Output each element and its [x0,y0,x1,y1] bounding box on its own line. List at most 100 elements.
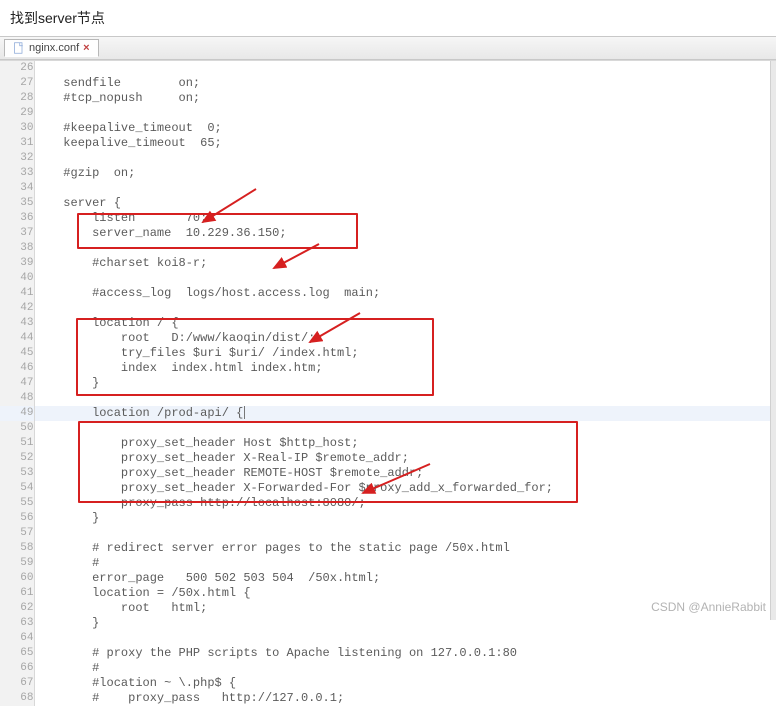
code-text[interactable] [34,61,776,76]
code-line[interactable]: 66 # [0,661,776,676]
code-text[interactable]: # redirect server error pages to the sta… [34,541,776,556]
code-line[interactable]: 49 location /prod-api/ { [0,406,776,421]
code-text[interactable] [34,301,776,316]
code-text[interactable]: #charset koi8-r; [34,256,776,271]
line-number: 68 [0,691,34,706]
code-line[interactable]: 26 [0,61,776,76]
code-line[interactable]: 41 #access_log logs/host.access.log main… [0,286,776,301]
code-text[interactable]: server { [34,196,776,211]
editor-tab-nginx-conf[interactable]: nginx.conf × [4,39,99,57]
code-text[interactable] [34,241,776,256]
code-text[interactable]: index index.html index.htm; [34,361,776,376]
code-line[interactable]: 36 listen 70; [0,211,776,226]
code-text[interactable]: server_name 10.229.36.150; [34,226,776,241]
code-line[interactable]: 53 proxy_set_header REMOTE-HOST $remote_… [0,466,776,481]
code-line[interactable]: 47 } [0,376,776,391]
code-line[interactable]: 27 sendfile on; [0,76,776,91]
code-line[interactable]: 28 #tcp_nopush on; [0,91,776,106]
code-line[interactable]: 67 #location ~ \.php$ { [0,676,776,691]
code-line[interactable]: 58 # redirect server error pages to the … [0,541,776,556]
code-text[interactable]: # proxy the PHP scripts to Apache listen… [34,646,776,661]
code-line[interactable]: 37 server_name 10.229.36.150; [0,226,776,241]
code-line[interactable]: 30 #keepalive_timeout 0; [0,121,776,136]
line-number: 29 [0,106,34,121]
code-line[interactable]: 51 proxy_set_header Host $http_host; [0,436,776,451]
editor-area[interactable]: 2627 sendfile on;28 #tcp_nopush on;2930 … [0,60,776,620]
code-text[interactable] [34,391,776,406]
code-line[interactable]: 45 try_files $uri $uri/ /index.html; [0,346,776,361]
code-text[interactable]: root D:/www/kaoqin/dist/; [34,331,776,346]
code-text[interactable]: error_page 500 502 503 504 /50x.html; [34,571,776,586]
code-line[interactable]: 32 [0,151,776,166]
code-text[interactable] [34,271,776,286]
code-line[interactable]: 59 # [0,556,776,571]
line-number: 40 [0,271,34,286]
code-line[interactable]: 38 [0,241,776,256]
code-line[interactable]: 64 [0,631,776,646]
code-text[interactable]: proxy_set_header X-Forwarded-For $proxy_… [34,481,776,496]
code-text[interactable] [34,631,776,646]
code-text[interactable] [34,421,776,436]
code-line[interactable]: 42 [0,301,776,316]
code-text[interactable] [34,181,776,196]
code-text[interactable]: #location ~ \.php$ { [34,676,776,691]
line-number: 54 [0,481,34,496]
code-text[interactable]: listen 70; [34,211,776,226]
code-text[interactable]: proxy_pass http://localhost:8080/; [34,496,776,511]
code-line[interactable]: 48 [0,391,776,406]
code-text[interactable]: #tcp_nopush on; [34,91,776,106]
code-text[interactable]: #access_log logs/host.access.log main; [34,286,776,301]
code-line[interactable]: 33 #gzip on; [0,166,776,181]
code-text[interactable]: location = /50x.html { [34,586,776,601]
code-line[interactable]: 50 [0,421,776,436]
code-text[interactable]: } [34,616,776,631]
scrollbar-vertical[interactable] [770,61,776,620]
file-icon [13,42,25,54]
code-text[interactable]: } [34,376,776,391]
code-text[interactable]: proxy_set_header Host $http_host; [34,436,776,451]
code-text[interactable] [34,106,776,121]
line-number: 44 [0,331,34,346]
code-line[interactable]: 35 server { [0,196,776,211]
code-line[interactable]: 55 proxy_pass http://localhost:8080/; [0,496,776,511]
code-line[interactable]: 65 # proxy the PHP scripts to Apache lis… [0,646,776,661]
code-text[interactable] [34,526,776,541]
code-text[interactable]: # proxy_pass http://127.0.0.1; [34,691,776,706]
code-line[interactable]: 63 } [0,616,776,631]
code-line[interactable]: 34 [0,181,776,196]
code-line[interactable]: 52 proxy_set_header X-Real-IP $remote_ad… [0,451,776,466]
line-number: 34 [0,181,34,196]
code-text[interactable] [34,151,776,166]
line-number: 38 [0,241,34,256]
code-text[interactable]: #keepalive_timeout 0; [34,121,776,136]
close-icon[interactable]: × [83,42,89,54]
code-text[interactable]: sendfile on; [34,76,776,91]
code-text[interactable]: location / { [34,316,776,331]
code-text[interactable]: proxy_set_header REMOTE-HOST $remote_add… [34,466,776,481]
code-text[interactable]: try_files $uri $uri/ /index.html; [34,346,776,361]
code-line[interactable]: 31 keepalive_timeout 65; [0,136,776,151]
code-line[interactable]: 39 #charset koi8-r; [0,256,776,271]
code-line[interactable]: 44 root D:/www/kaoqin/dist/; [0,331,776,346]
code-line[interactable]: 46 index index.html index.htm; [0,361,776,376]
code-text[interactable]: #gzip on; [34,166,776,181]
code-line[interactable]: 60 error_page 500 502 503 504 /50x.html; [0,571,776,586]
code-text[interactable]: } [34,511,776,526]
line-number: 62 [0,601,34,616]
code-line[interactable]: 56 } [0,511,776,526]
line-number: 30 [0,121,34,136]
line-number: 64 [0,631,34,646]
code-line[interactable]: 54 proxy_set_header X-Forwarded-For $pro… [0,481,776,496]
code-text[interactable]: location /prod-api/ { [34,406,776,421]
code-line[interactable]: 68 # proxy_pass http://127.0.0.1; [0,691,776,706]
code-line[interactable]: 29 [0,106,776,121]
code-text[interactable]: proxy_set_header X-Real-IP $remote_addr; [34,451,776,466]
code-text[interactable]: # [34,556,776,571]
line-number: 59 [0,556,34,571]
code-line[interactable]: 57 [0,526,776,541]
code-line[interactable]: 40 [0,271,776,286]
code-text[interactable]: # [34,661,776,676]
code-line[interactable]: 43 location / { [0,316,776,331]
code-line[interactable]: 61 location = /50x.html { [0,586,776,601]
code-text[interactable]: keepalive_timeout 65; [34,136,776,151]
